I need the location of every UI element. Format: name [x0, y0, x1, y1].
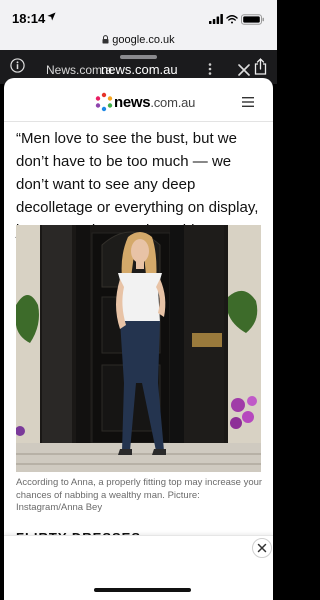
site-logo[interactable]: news.com.au — [94, 92, 196, 112]
status-bar: 18:14 — [0, 0, 277, 30]
sheet-page-title: news.com.au — [101, 62, 178, 77]
hamburger-menu-icon[interactable] — [242, 97, 254, 107]
site-header: news.com.au — [4, 78, 273, 122]
ad-banner[interactable] — [4, 535, 273, 600]
ad-close-icon — [257, 543, 267, 553]
lock-icon — [102, 35, 109, 44]
logo-tld: .com.au — [150, 94, 196, 110]
news-logo-dots-icon — [95, 92, 113, 112]
share-icon[interactable] — [254, 58, 267, 75]
info-icon[interactable] — [10, 58, 25, 73]
ad-close-button[interactable] — [252, 538, 272, 558]
status-time: 18:14 — [12, 11, 46, 26]
address-bar[interactable]: google.co.uk — [0, 30, 277, 50]
url-text: google.co.uk — [112, 34, 175, 46]
photo-caption: According to Anna, a properly fitting to… — [16, 477, 263, 513]
article-photo — [16, 225, 261, 472]
logo-name: news — [114, 93, 151, 111]
close-icon[interactable] — [238, 64, 250, 76]
status-indicators — [209, 12, 267, 25]
signal-icon — [209, 14, 223, 24]
web-sheet[interactable]: news.com.au “Men love to see the bust, b… — [4, 78, 273, 600]
sheet-drag-handle[interactable] — [120, 55, 157, 59]
home-indicator — [94, 588, 191, 592]
wifi-icon — [226, 15, 238, 24]
more-dots-icon[interactable] — [208, 63, 212, 75]
battery-icon — [241, 14, 264, 25]
location-arrow-icon — [47, 12, 56, 21]
